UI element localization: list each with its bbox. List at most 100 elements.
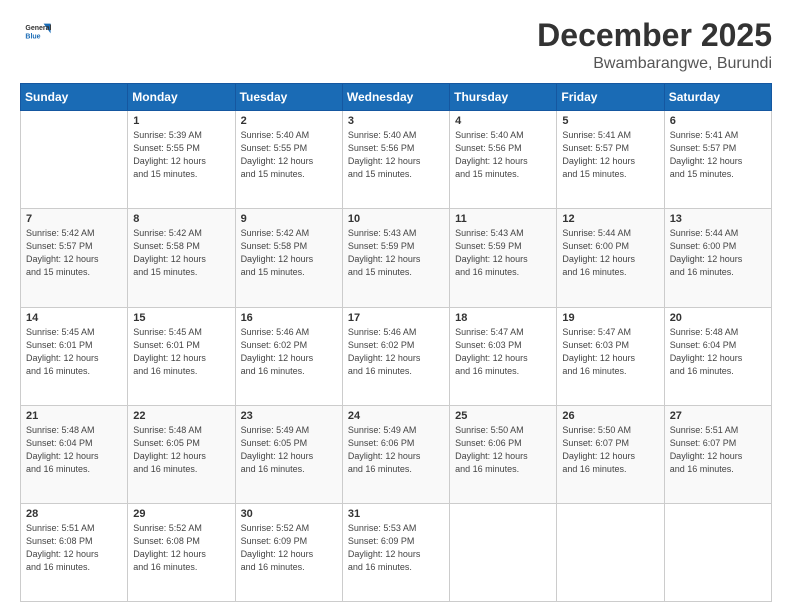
day-info: Sunrise: 5:39 AM Sunset: 5:55 PM Dayligh…: [133, 129, 230, 181]
day-number: 28: [26, 508, 123, 520]
table-row: 23Sunrise: 5:49 AM Sunset: 6:05 PM Dayli…: [235, 405, 342, 503]
table-row: 8 Sunrise: 5:42 AM Sunset: 5:58 PM Daylig…: [128, 209, 235, 307]
day-number: 8: [133, 213, 230, 225]
title-block: December 2025 Bwambarangwe, Burundi: [537, 18, 772, 73]
day-number: 24: [348, 410, 445, 422]
logo-icon: General Blue: [24, 18, 52, 46]
table-row: 1Sunrise: 5:39 AM Sunset: 5:55 PM Daylig…: [128, 111, 235, 209]
day-number: 15: [133, 312, 230, 324]
day-number: 5: [562, 115, 659, 127]
day-number: 6: [670, 115, 767, 127]
table-row: 18 Sunrise: 5:47 AM Sunset: 6:03 PM Dayli…: [450, 307, 557, 405]
table-row: [21, 111, 128, 209]
day-info: Sunrise: 5:53 AM Sunset: 6:09 PM Dayligh…: [348, 522, 445, 574]
calendar-table: Sunday Monday Tuesday Wednesday Thursday…: [20, 83, 772, 602]
svg-text:General: General: [25, 25, 51, 32]
table-row: 14 Sunrise: 5:45 AM Sunset: 6:01 PM Dayli…: [21, 307, 128, 405]
day-number: 20: [670, 312, 767, 324]
day-info: Sunrise: 5:48 AM Sunset: 6:04 PM Dayligh…: [26, 424, 123, 476]
day-number: 29: [133, 508, 230, 520]
day-number: 21: [26, 410, 123, 422]
table-row: 19 Sunrise: 5:47 AM Sunset: 6:03 PM Dayli…: [557, 307, 664, 405]
col-saturday: Saturday: [664, 84, 771, 111]
day-number: 9: [241, 213, 338, 225]
day-info: Sunrise: 5:49 AM Sunset: 6:06 PM Dayligh…: [348, 424, 445, 476]
day-info: Sunrise: 5:52 AM Sunset: 6:08 PM Dayligh…: [133, 522, 230, 574]
day-number: 16: [241, 312, 338, 324]
week-row-4: 21 Sunrise: 5:48 AM Sunset: 6:04 PM Dayli…: [21, 405, 772, 503]
week-row-3: 14 Sunrise: 5:45 AM Sunset: 6:01 PM Dayli…: [21, 307, 772, 405]
day-number: 19: [562, 312, 659, 324]
day-info: Sunrise: 5:42 AM Sunset: 5:57 PM Dayligh…: [26, 227, 123, 279]
day-info: Sunrise: 5:47 AM Sunset: 6:03 PM Dayligh…: [562, 326, 659, 378]
day-info: Sunrise: 5:51 AM Sunset: 6:07 PM Dayligh…: [670, 424, 767, 476]
table-row: [450, 503, 557, 601]
col-tuesday: Tuesday: [235, 84, 342, 111]
table-row: 13Sunrise: 5:44 AM Sunset: 6:00 PM Dayli…: [664, 209, 771, 307]
day-number: 7: [26, 213, 123, 225]
day-number: 12: [562, 213, 659, 225]
day-info: Sunrise: 5:50 AM Sunset: 6:07 PM Dayligh…: [562, 424, 659, 476]
location-title: Bwambarangwe, Burundi: [537, 55, 772, 73]
day-number: 27: [670, 410, 767, 422]
table-row: 9Sunrise: 5:42 AM Sunset: 5:58 PM Daylig…: [235, 209, 342, 307]
month-title: December 2025: [537, 18, 772, 53]
week-row-5: 28Sunrise: 5:51 AM Sunset: 6:08 PM Dayli…: [21, 503, 772, 601]
table-row: 16 Sunrise: 5:46 AM Sunset: 6:02 PM Dayli…: [235, 307, 342, 405]
day-number: 4: [455, 115, 552, 127]
page: General Blue December 2025 Bwambarangwe,…: [0, 0, 792, 612]
table-row: 12 Sunrise: 5:44 AM Sunset: 6:00 PM Dayli…: [557, 209, 664, 307]
table-row: 30 Sunrise: 5:52 AM Sunset: 6:09 PM Dayli…: [235, 503, 342, 601]
day-number: 17: [348, 312, 445, 324]
day-number: 23: [241, 410, 338, 422]
col-sunday: Sunday: [21, 84, 128, 111]
day-number: 22: [133, 410, 230, 422]
table-row: 11 Sunrise: 5:43 AM Sunset: 5:59 PM Dayli…: [450, 209, 557, 307]
day-info: Sunrise: 5:48 AM Sunset: 6:04 PM Dayligh…: [670, 326, 767, 378]
table-row: 3Sunrise: 5:40 AM Sunset: 5:56 PM Daylig…: [342, 111, 449, 209]
day-info: Sunrise: 5:41 AM Sunset: 5:57 PM Dayligh…: [562, 129, 659, 181]
logo: General Blue: [20, 18, 52, 46]
table-row: 6Sunrise: 5:41 AM Sunset: 5:57 PM Daylig…: [664, 111, 771, 209]
day-info: Sunrise: 5:43 AM Sunset: 5:59 PM Dayligh…: [348, 227, 445, 279]
day-number: 18: [455, 312, 552, 324]
week-row-2: 7 Sunrise: 5:42 AM Sunset: 5:57 PM Daylig…: [21, 209, 772, 307]
table-row: 25Sunrise: 5:50 AM Sunset: 6:06 PM Dayli…: [450, 405, 557, 503]
day-number: 2: [241, 115, 338, 127]
table-row: 29 Sunrise: 5:52 AM Sunset: 6:08 PM Dayli…: [128, 503, 235, 601]
table-row: 15 Sunrise: 5:45 AM Sunset: 6:01 PM Dayli…: [128, 307, 235, 405]
day-info: Sunrise: 5:40 AM Sunset: 5:56 PM Dayligh…: [348, 129, 445, 181]
day-info: Sunrise: 5:50 AM Sunset: 6:06 PM Dayligh…: [455, 424, 552, 476]
table-row: 21 Sunrise: 5:48 AM Sunset: 6:04 PM Dayli…: [21, 405, 128, 503]
day-info: Sunrise: 5:44 AM Sunset: 6:00 PM Dayligh…: [670, 227, 767, 279]
col-monday: Monday: [128, 84, 235, 111]
day-number: 11: [455, 213, 552, 225]
day-number: 26: [562, 410, 659, 422]
week-row-1: 1Sunrise: 5:39 AM Sunset: 5:55 PM Daylig…: [21, 111, 772, 209]
day-number: 14: [26, 312, 123, 324]
col-wednesday: Wednesday: [342, 84, 449, 111]
day-info: Sunrise: 5:46 AM Sunset: 6:02 PM Dayligh…: [241, 326, 338, 378]
table-row: 7 Sunrise: 5:42 AM Sunset: 5:57 PM Daylig…: [21, 209, 128, 307]
day-info: Sunrise: 5:45 AM Sunset: 6:01 PM Dayligh…: [133, 326, 230, 378]
table-row: 26 Sunrise: 5:50 AM Sunset: 6:07 PM Dayli…: [557, 405, 664, 503]
day-info: Sunrise: 5:40 AM Sunset: 5:56 PM Dayligh…: [455, 129, 552, 181]
table-row: 28Sunrise: 5:51 AM Sunset: 6:08 PM Dayli…: [21, 503, 128, 601]
table-row: 17 Sunrise: 5:46 AM Sunset: 6:02 PM Dayli…: [342, 307, 449, 405]
day-info: Sunrise: 5:45 AM Sunset: 6:01 PM Dayligh…: [26, 326, 123, 378]
day-number: 31: [348, 508, 445, 520]
day-info: Sunrise: 5:40 AM Sunset: 5:55 PM Dayligh…: [241, 129, 338, 181]
day-number: 30: [241, 508, 338, 520]
day-info: Sunrise: 5:44 AM Sunset: 6:00 PM Dayligh…: [562, 227, 659, 279]
svg-text:Blue: Blue: [25, 33, 40, 40]
table-row: 31 Sunrise: 5:53 AM Sunset: 6:09 PM Dayli…: [342, 503, 449, 601]
day-info: Sunrise: 5:46 AM Sunset: 6:02 PM Dayligh…: [348, 326, 445, 378]
day-info: Sunrise: 5:52 AM Sunset: 6:09 PM Dayligh…: [241, 522, 338, 574]
day-info: Sunrise: 5:43 AM Sunset: 5:59 PM Dayligh…: [455, 227, 552, 279]
day-info: Sunrise: 5:42 AM Sunset: 5:58 PM Dayligh…: [133, 227, 230, 279]
day-info: Sunrise: 5:47 AM Sunset: 6:03 PM Dayligh…: [455, 326, 552, 378]
day-number: 10: [348, 213, 445, 225]
table-row: 10 Sunrise: 5:43 AM Sunset: 5:59 PM Dayli…: [342, 209, 449, 307]
table-row: [557, 503, 664, 601]
table-row: 20 Sunrise: 5:48 AM Sunset: 6:04 PM Dayli…: [664, 307, 771, 405]
